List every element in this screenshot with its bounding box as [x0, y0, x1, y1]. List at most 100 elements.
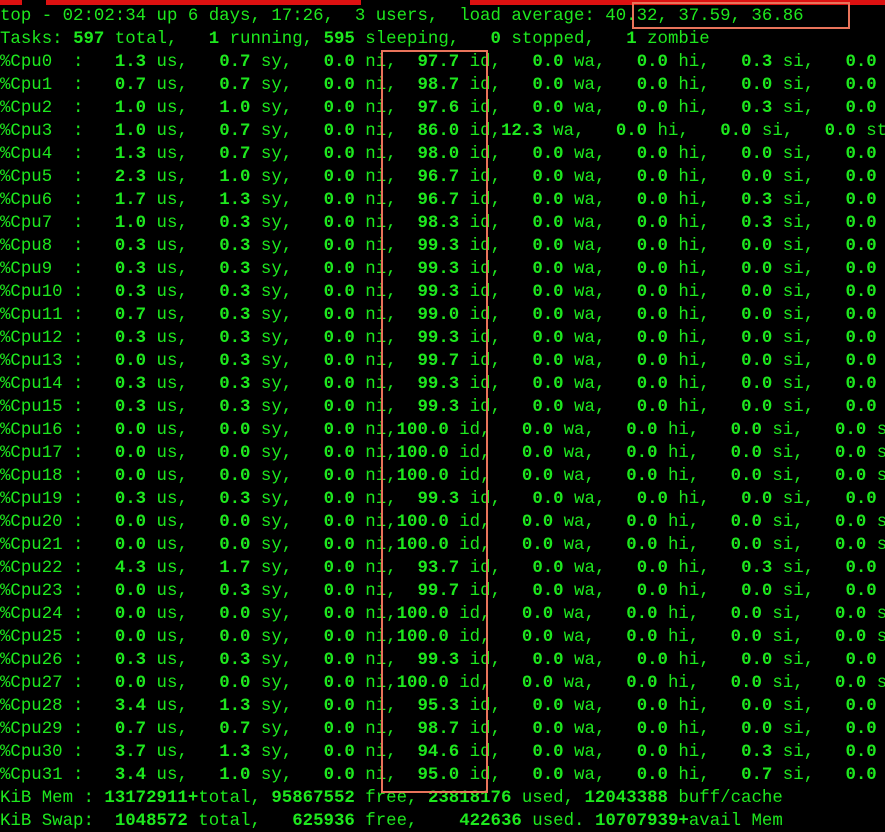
cpu-st-value: 0.0 — [835, 674, 867, 693]
cpu-st-value: 0.0 — [845, 329, 877, 348]
cpu-ni-value: 0.0 — [323, 605, 355, 624]
cpu-us-value: 0.3 — [114, 283, 147, 302]
cpu-wa-value: 0.0 — [532, 306, 564, 325]
cpu-hi-value: 0.0 — [636, 352, 668, 371]
tasks-running: 1 — [208, 30, 220, 49]
cpu-id-value: 99.3 — [417, 375, 460, 394]
cpu-id-value: 100.0 — [396, 605, 449, 624]
cpu-name: %Cpu25 — [0, 628, 63, 647]
cpu-si-value: 0.3 — [741, 743, 773, 762]
cpu-row: %Cpu4 : 1.3 us, 0.7 sy, 0.0 ni, 98.0 id,… — [0, 145, 877, 164]
cpu-row: %Cpu20 : 0.0 us, 0.0 sy, 0.0 ni,100.0 id… — [0, 513, 885, 532]
cpu-name: %Cpu2 — [0, 99, 53, 118]
cpu-name: %Cpu17 — [0, 444, 63, 463]
cpu-id-value: 99.3 — [417, 329, 460, 348]
cpu-sy-value: 0.7 — [219, 122, 251, 141]
cpu-st-value: 0.0 — [845, 191, 877, 210]
cpu-st-value: 0.0 — [845, 766, 877, 785]
cpu-st-value: 0.0 — [845, 697, 877, 716]
cpu-id-value: 100.0 — [396, 674, 449, 693]
cpu-ni-value: 0.0 — [323, 122, 355, 141]
cpu-st-value: 0.0 — [845, 490, 877, 509]
cpu-sy-value: 0.3 — [219, 651, 251, 670]
cpu-si-value: 0.0 — [741, 720, 773, 739]
cpu-us-value: 1.0 — [114, 99, 147, 118]
cpu-row: %Cpu11 : 0.7 us, 0.3 sy, 0.0 ni, 99.0 id… — [0, 306, 877, 325]
cpu-name: %Cpu9 — [0, 260, 53, 279]
cpu-us-value: 3.4 — [114, 766, 147, 785]
cpu-id-value: 99.0 — [417, 306, 460, 325]
cpu-id-value: 93.7 — [417, 559, 460, 578]
cpu-ni-value: 0.0 — [323, 214, 355, 233]
cpu-si-value: 0.3 — [741, 214, 773, 233]
cpu-hi-value: 0.0 — [636, 375, 668, 394]
cpu-hi-value: 0.0 — [636, 99, 668, 118]
cpu-si-value: 0.0 — [730, 674, 762, 693]
cpu-ni-value: 0.0 — [323, 53, 355, 72]
cpu-id-value: 99.7 — [417, 582, 460, 601]
cpu-ni-value: 0.0 — [323, 490, 355, 509]
cpu-sy-value: 0.3 — [219, 352, 251, 371]
cpu-wa-value: 12.3 — [501, 122, 543, 141]
cpu-wa-value: 0.0 — [532, 191, 564, 210]
cpu-st-value: 0.0 — [845, 283, 877, 302]
cpu-st-value: 0.0 — [835, 513, 867, 532]
cpu-st-value: 0.0 — [835, 444, 867, 463]
cpu-st-value: 0.0 — [845, 260, 877, 279]
cpu-us-value: 0.0 — [114, 536, 147, 555]
cpu-wa-value: 0.0 — [532, 582, 564, 601]
cpu-wa-value: 0.0 — [532, 168, 564, 187]
cpu-wa-value: 0.0 — [532, 237, 564, 256]
cpu-ni-value: 0.0 — [323, 306, 355, 325]
cpu-si-value: 0.0 — [741, 375, 773, 394]
cpu-st-value: 0.0 — [835, 421, 867, 440]
cpu-us-value: 0.7 — [114, 306, 147, 325]
cpu-ni-value: 0.0 — [323, 329, 355, 348]
cpu-row: %Cpu28 : 3.4 us, 1.3 sy, 0.0 ni, 95.3 id… — [0, 697, 877, 716]
cpu-hi-value: 0.0 — [636, 283, 668, 302]
cpu-st-value: 0.0 — [835, 467, 867, 486]
cpu-us-value: 1.3 — [114, 145, 147, 164]
cpu-row: %Cpu29 : 0.7 us, 0.7 sy, 0.0 ni, 98.7 id… — [0, 720, 877, 739]
cpu-st-value: 0.0 — [845, 559, 877, 578]
cpu-sy-value: 0.3 — [219, 237, 251, 256]
cpu-row: %Cpu17 : 0.0 us, 0.0 sy, 0.0 ni,100.0 id… — [0, 444, 885, 463]
cpu-us-value: 0.0 — [114, 421, 147, 440]
cpu-ni-value: 0.0 — [323, 283, 355, 302]
cpu-id-value: 100.0 — [396, 628, 449, 647]
cpu-hi-value: 0.0 — [636, 766, 668, 785]
cpu-si-value: 0.0 — [730, 421, 762, 440]
cpu-row: %Cpu5 : 2.3 us, 1.0 sy, 0.0 ni, 96.7 id,… — [0, 168, 877, 187]
cpu-sy-value: 1.3 — [219, 697, 251, 716]
cpu-name: %Cpu0 — [0, 53, 53, 72]
cpu-si-value: 0.0 — [741, 582, 773, 601]
cpu-us-value: 0.3 — [114, 490, 147, 509]
cpu-hi-value: 0.0 — [636, 237, 668, 256]
cpu-us-value: 0.0 — [114, 467, 147, 486]
cpu-sy-value: 0.3 — [219, 329, 251, 348]
cpu-st-value: 0.0 — [845, 99, 877, 118]
cpu-row: %Cpu24 : 0.0 us, 0.0 sy, 0.0 ni,100.0 id… — [0, 605, 885, 624]
cpu-si-value: 0.0 — [730, 605, 762, 624]
cpu-sy-value: 0.3 — [219, 306, 251, 325]
cpu-wa-value: 0.0 — [532, 145, 564, 164]
cpu-id-value: 98.7 — [417, 720, 460, 739]
cpu-row: %Cpu10 : 0.3 us, 0.3 sy, 0.0 ni, 99.3 id… — [0, 283, 877, 302]
cpu-wa-value: 0.0 — [532, 99, 564, 118]
cpu-ni-value: 0.0 — [323, 168, 355, 187]
cpu-hi-value: 0.0 — [636, 145, 668, 164]
cpu-wa-value: 0.0 — [532, 743, 564, 762]
cpu-us-value: 0.3 — [114, 398, 147, 417]
cpu-us-value: 1.0 — [114, 214, 147, 233]
cpu-ni-value: 0.0 — [323, 720, 355, 739]
terminal-window[interactable]: top - 02:02:34 up 6 days, 17:26, 3 users… — [0, 0, 885, 832]
cpu-wa-value: 0.0 — [521, 467, 554, 486]
cpu-si-value: 0.0 — [741, 283, 773, 302]
cpu-name: %Cpu12 — [0, 329, 63, 348]
uptime-line: top - 02:02:34 up 6 days, 17:26, 3 users… — [0, 7, 804, 26]
cpu-st-value: 0.0 — [835, 536, 867, 555]
cpu-sy-value: 0.3 — [219, 214, 251, 233]
cpu-ni-value: 0.0 — [323, 444, 355, 463]
cpu-id-value: 100.0 — [396, 467, 449, 486]
cpu-id-value: 96.7 — [417, 168, 460, 187]
